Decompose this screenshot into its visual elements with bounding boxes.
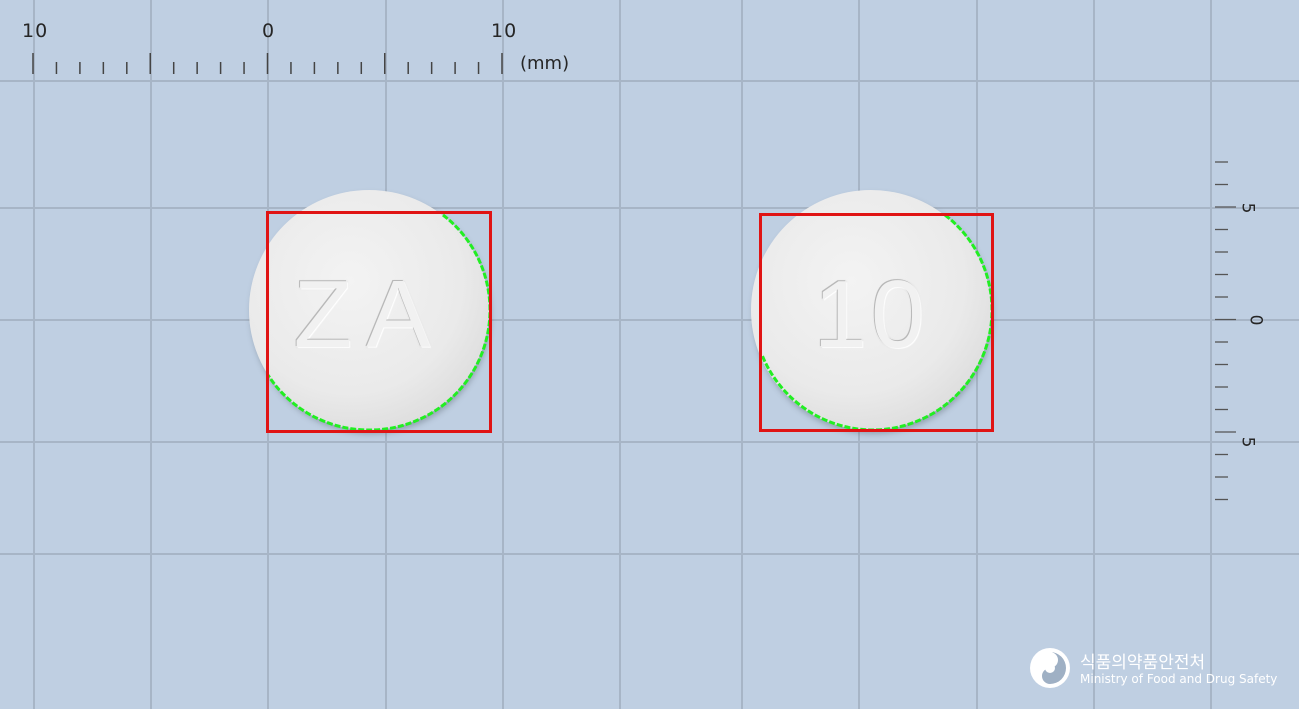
grid-line <box>1093 0 1095 709</box>
ruler-unit-label: (mm) <box>520 53 570 74</box>
bounding-box-left <box>266 211 492 433</box>
grid-line <box>502 0 504 709</box>
grid-line <box>0 319 1299 321</box>
pill-image-canvas: 10 0 10 (mm) 5 0 5 ZA 10 식품의약품안전처 Minist… <box>0 0 1299 709</box>
grid-line <box>150 0 152 709</box>
top-ruler <box>32 53 503 74</box>
grid-line <box>0 207 1299 209</box>
ruler-side-label-top: 5 <box>1237 202 1258 214</box>
ruler-side-label-bottom: 5 <box>1237 436 1258 448</box>
logo-english-text: Ministry of Food and Drug Safety <box>1080 672 1278 686</box>
ruler-top-label-zero: 0 <box>262 20 276 42</box>
mfds-emblem-icon <box>1030 648 1070 688</box>
logo-korean-text: 식품의약품안전처 <box>1080 653 1206 673</box>
bounding-box-right <box>759 213 994 432</box>
grid-line <box>33 0 35 709</box>
mfds-logo: 식품의약품안전처 Ministry of Food and Drug Safet… <box>1030 648 1277 692</box>
grid-line <box>0 441 1299 443</box>
ruler-side-label-zero: 0 <box>1245 314 1266 326</box>
grid-line <box>0 553 1299 555</box>
ruler-top-label-right: 10 <box>491 20 518 42</box>
grid-line <box>619 0 621 709</box>
ruler-top-label-left: 10 <box>22 20 49 42</box>
